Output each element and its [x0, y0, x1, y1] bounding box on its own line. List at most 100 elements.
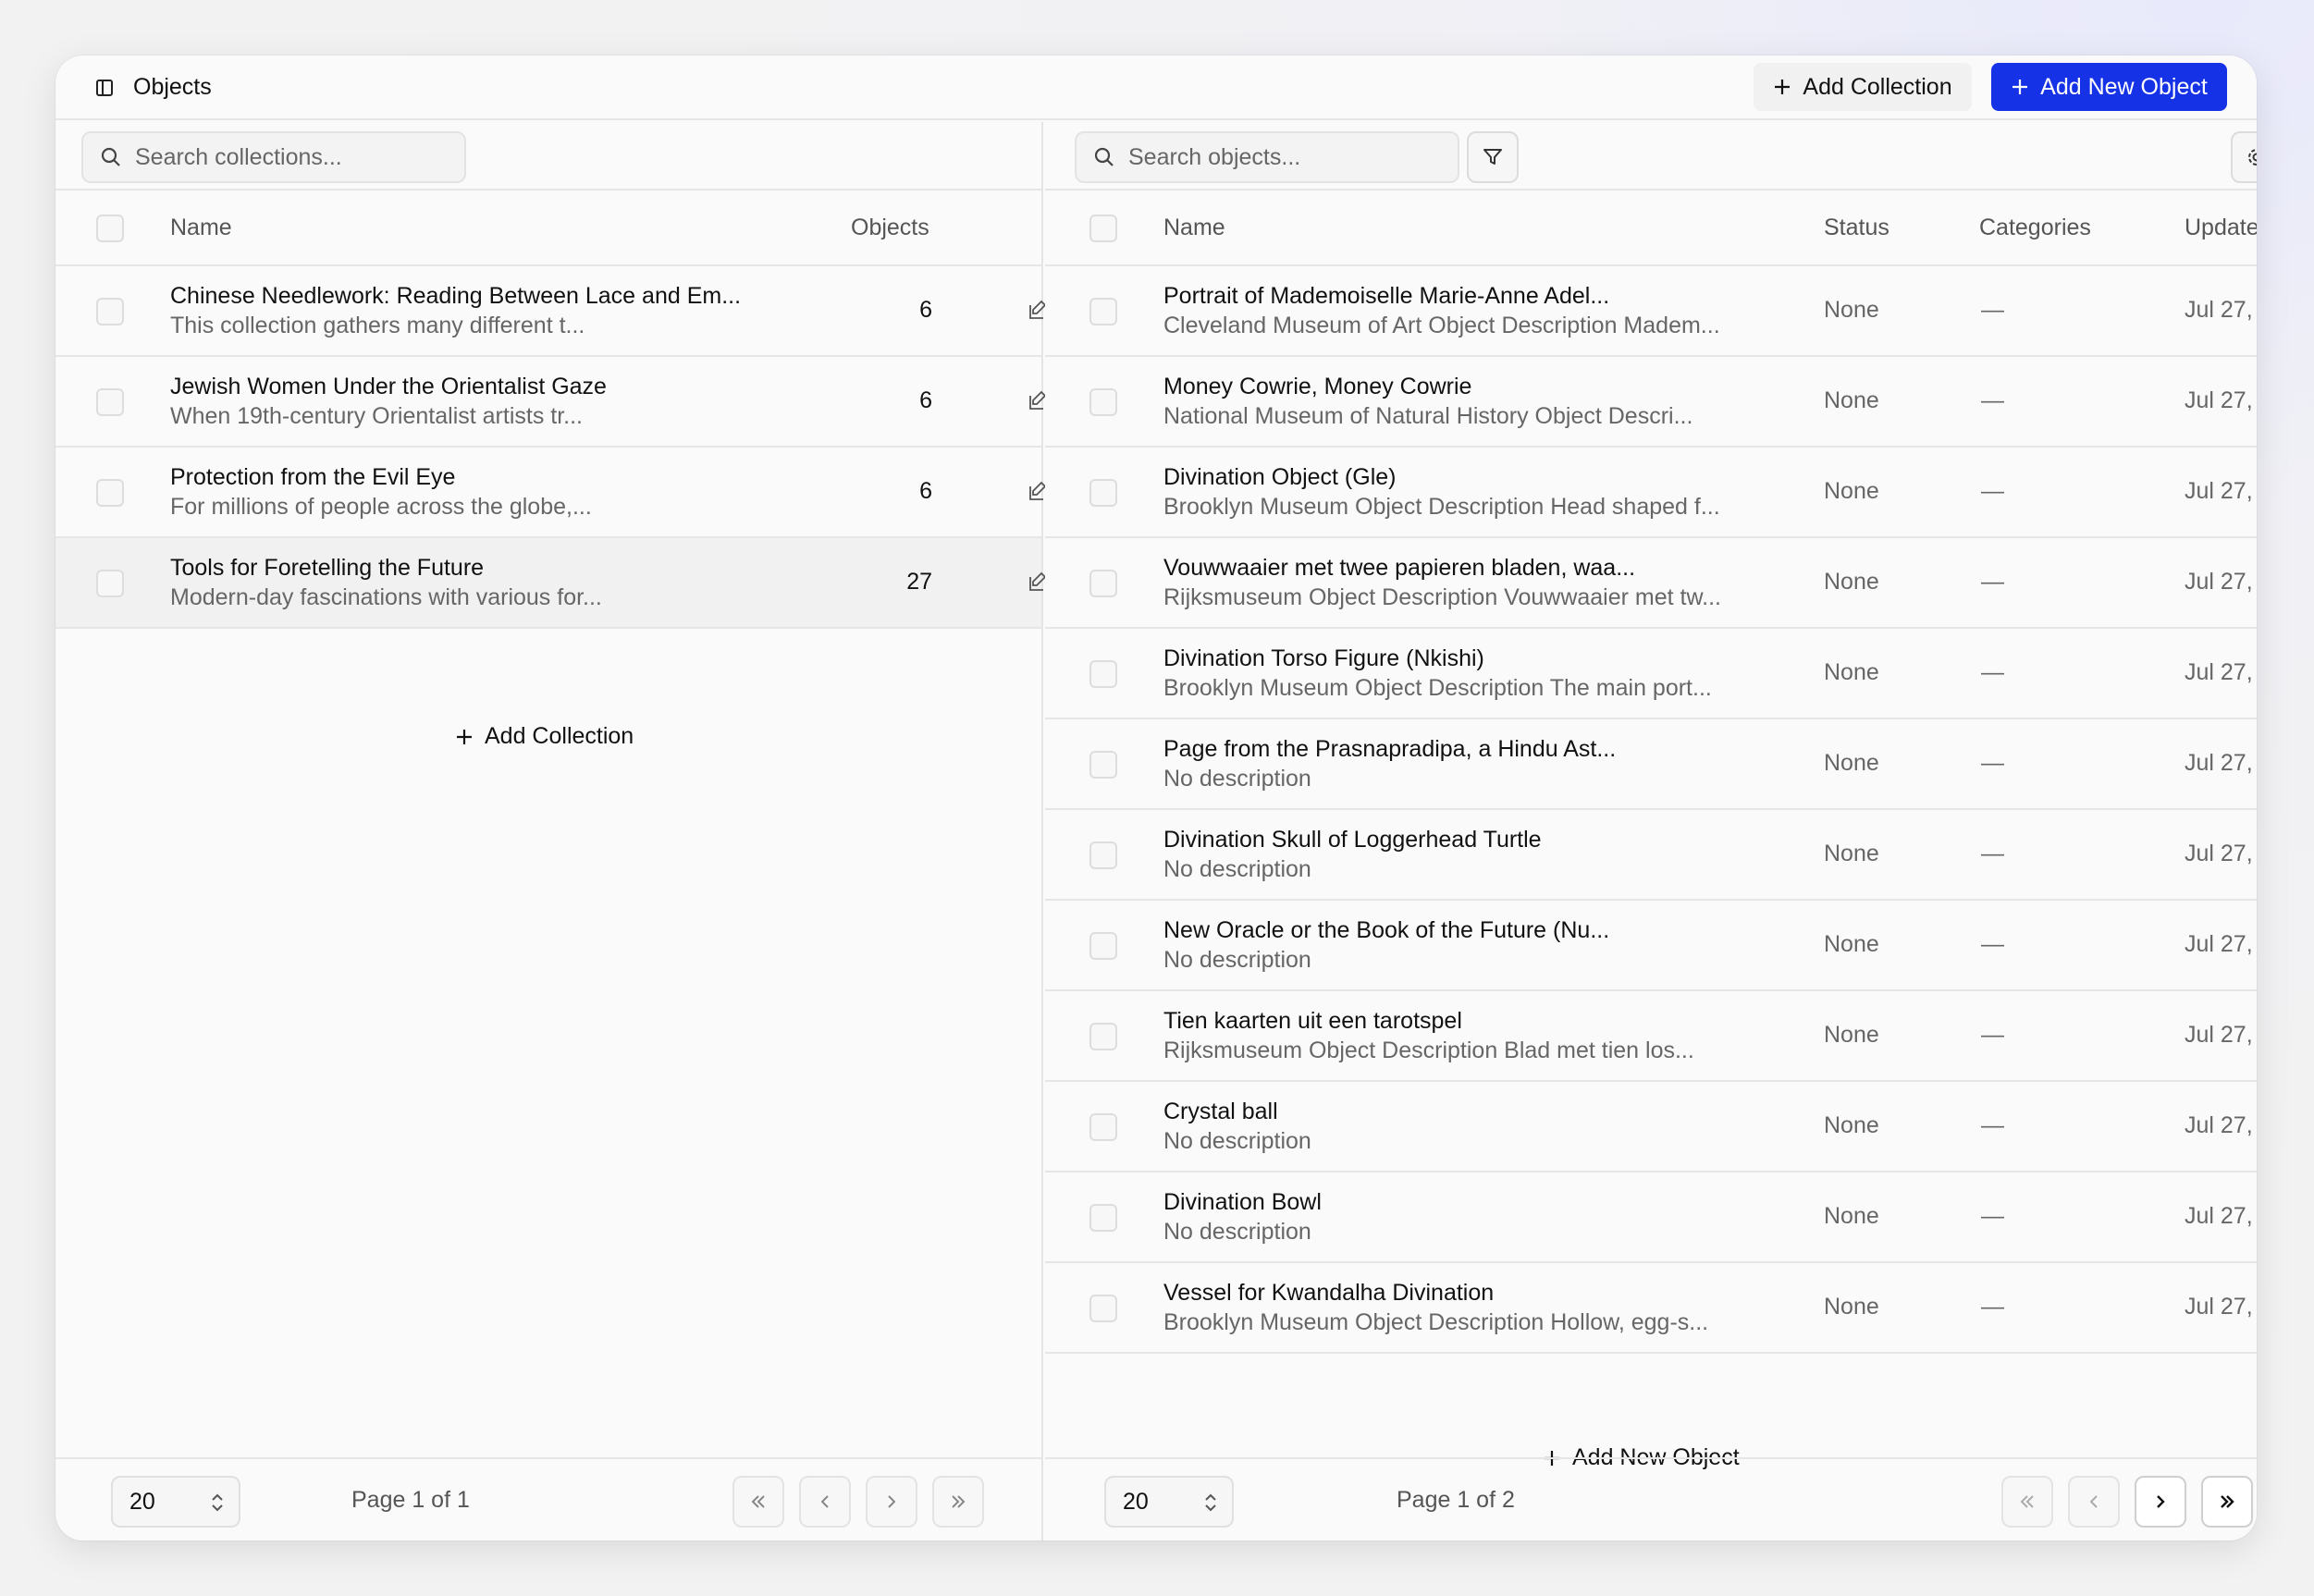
objects-page-info: Page 1 of 2: [1397, 1487, 1515, 1513]
row-checkbox[interactable]: [1089, 1023, 1117, 1050]
object-categories: —: [1981, 1022, 2004, 1048]
filter-icon: [1483, 149, 1502, 165]
previous-page-button[interactable]: [2068, 1476, 2120, 1528]
row-checkbox[interactable]: [1089, 479, 1117, 507]
table-row[interactable]: Vessel for Kwandalha Divination Brooklyn …: [1045, 1263, 2257, 1354]
row-checkbox[interactable]: [96, 298, 124, 325]
edit-icon[interactable]: [1028, 481, 1047, 506]
row-checkbox[interactable]: [1089, 388, 1117, 416]
object-description: Brooklyn Museum Object Description Hollo…: [1163, 1309, 1709, 1335]
page-title: Objects: [133, 74, 212, 100]
chevrons-right-icon: [2221, 1495, 2234, 1508]
collections-page-info: Page 1 of 1: [351, 1487, 470, 1513]
object-status: None: [1824, 1022, 1879, 1048]
filter-button[interactable]: [1467, 131, 1519, 183]
row-checkbox[interactable]: [1089, 1204, 1117, 1232]
edit-icon[interactable]: [1028, 300, 1047, 325]
next-page-button[interactable]: [866, 1476, 917, 1528]
table-row[interactable]: Portrait of Mademoiselle Marie-Anne Adel…: [1045, 266, 2257, 357]
row-checkbox[interactable]: [1089, 751, 1117, 779]
object-description: No description: [1163, 856, 1311, 882]
column-header-updated[interactable]: Update: [2185, 215, 2257, 241]
objects-page-size-select[interactable]: 20: [1104, 1476, 1234, 1528]
row-checkbox[interactable]: [1089, 932, 1117, 960]
object-categories: —: [1981, 659, 2004, 685]
add-collection-link[interactable]: Add Collection: [455, 723, 634, 750]
table-row[interactable]: Jewish Women Under the Orientalist Gaze W…: [55, 357, 1047, 448]
object-categories: —: [1981, 387, 2004, 413]
object-description: National Museum of Natural History Objec…: [1163, 403, 1693, 429]
table-row[interactable]: Crystal ball No description None — Jul 27,: [1045, 1082, 2257, 1172]
object-categories: —: [1981, 297, 2004, 323]
table-row[interactable]: Divination Skull of Loggerhead Turtle No …: [1045, 810, 2257, 901]
add-collection-button[interactable]: Add Collection: [1754, 63, 1972, 111]
column-header-name[interactable]: Name: [1163, 215, 1225, 241]
collection-name: Protection from the Evil Eye: [170, 464, 456, 490]
chevron-left-icon: [820, 1495, 829, 1508]
row-checkbox[interactable]: [96, 479, 124, 507]
chevrons-left-icon: [2020, 1495, 2034, 1508]
row-checkbox[interactable]: [1089, 841, 1117, 869]
plus-icon: [2012, 80, 2028, 94]
select-all-collections-checkbox[interactable]: [96, 215, 124, 242]
edit-icon[interactable]: [1028, 571, 1047, 596]
last-page-button[interactable]: [2201, 1476, 2253, 1528]
row-checkbox[interactable]: [1089, 298, 1117, 325]
first-page-button[interactable]: [732, 1476, 784, 1528]
row-checkbox[interactable]: [1089, 1295, 1117, 1322]
object-name: New Oracle or the Book of the Future (Nu…: [1163, 917, 1610, 943]
select-all-objects-checkbox[interactable]: [1089, 215, 1117, 242]
object-name: Vessel for Kwandalha Divination: [1163, 1280, 1495, 1306]
column-header-objects[interactable]: Objects: [851, 215, 929, 241]
row-checkbox[interactable]: [96, 388, 124, 416]
table-row[interactable]: Tools for Foretelling the Future Modern-d…: [55, 538, 1047, 629]
object-status: None: [1824, 931, 1879, 957]
objects-search-input[interactable]: [1128, 143, 1424, 171]
table-row[interactable]: Vouwwaaier met twee papieren bladen, waa…: [1045, 538, 2257, 629]
collections-search-input[interactable]: [135, 143, 431, 171]
object-status: None: [1824, 659, 1879, 685]
sidebar-toggle-icon[interactable]: [92, 76, 117, 100]
object-updated: Jul 27,: [2185, 1022, 2253, 1048]
object-description: Brooklyn Museum Object Description Head …: [1163, 494, 1720, 520]
table-row[interactable]: Protection from the Evil Eye For millions…: [55, 448, 1047, 538]
object-name: Page from the Prasnapradipa, a Hindu Ast…: [1163, 736, 1617, 762]
object-updated: Jul 27,: [2185, 931, 2253, 957]
collections-page-size-select[interactable]: 20: [111, 1476, 240, 1528]
row-checkbox[interactable]: [1089, 570, 1117, 597]
row-checkbox[interactable]: [1089, 1113, 1117, 1141]
objects-search[interactable]: [1075, 131, 1459, 183]
table-row[interactable]: Chinese Needlework: Reading Between Lace…: [55, 266, 1047, 357]
table-row[interactable]: New Oracle or the Book of the Future (Nu…: [1045, 901, 2257, 991]
column-header-status[interactable]: Status: [1824, 215, 1889, 241]
collections-table-header: Name Objects: [55, 190, 1041, 266]
chevron-updown-icon: [1205, 1493, 1216, 1512]
collection-object-count: 6: [919, 297, 932, 323]
object-updated: Jul 27,: [2185, 750, 2253, 776]
next-page-button[interactable]: [2135, 1476, 2186, 1528]
column-header-categories[interactable]: Categories: [1979, 215, 2091, 241]
top-bar: Objects Add Collection Add New Object: [55, 55, 2257, 120]
first-page-button[interactable]: [2001, 1476, 2053, 1528]
add-new-object-button[interactable]: Add New Object: [1991, 63, 2227, 111]
table-settings-button[interactable]: [2231, 131, 2257, 183]
column-header-name[interactable]: Name: [170, 215, 232, 241]
collections-search[interactable]: [81, 131, 466, 183]
object-description: No description: [1163, 947, 1311, 973]
table-row[interactable]: Page from the Prasnapradipa, a Hindu Ast…: [1045, 719, 2257, 810]
objects-toolbar: [1045, 122, 2257, 190]
object-updated: Jul 27,: [2185, 659, 2253, 685]
table-row[interactable]: Tien kaarten uit een tarotspel Rijksmuseu…: [1045, 991, 2257, 1082]
object-categories: —: [1981, 841, 2004, 866]
edit-icon[interactable]: [1028, 390, 1047, 415]
table-row[interactable]: Money Cowrie, Money Cowrie National Museu…: [1045, 357, 2257, 448]
previous-page-button[interactable]: [799, 1476, 851, 1528]
table-row[interactable]: Divination Bowl No description None — Jul 27…: [1045, 1172, 2257, 1263]
table-row[interactable]: Divination Torso Figure (Nkishi) Brooklyn…: [1045, 629, 2257, 719]
object-updated: Jul 27,: [2185, 1203, 2253, 1229]
row-checkbox[interactable]: [1089, 660, 1117, 688]
last-page-button[interactable]: [932, 1476, 984, 1528]
table-row[interactable]: Divination Object (Gle) Brooklyn Museum O…: [1045, 448, 2257, 538]
collections-pagination: 20 Page 1 of 1: [55, 1457, 1041, 1541]
row-checkbox[interactable]: [96, 570, 124, 597]
